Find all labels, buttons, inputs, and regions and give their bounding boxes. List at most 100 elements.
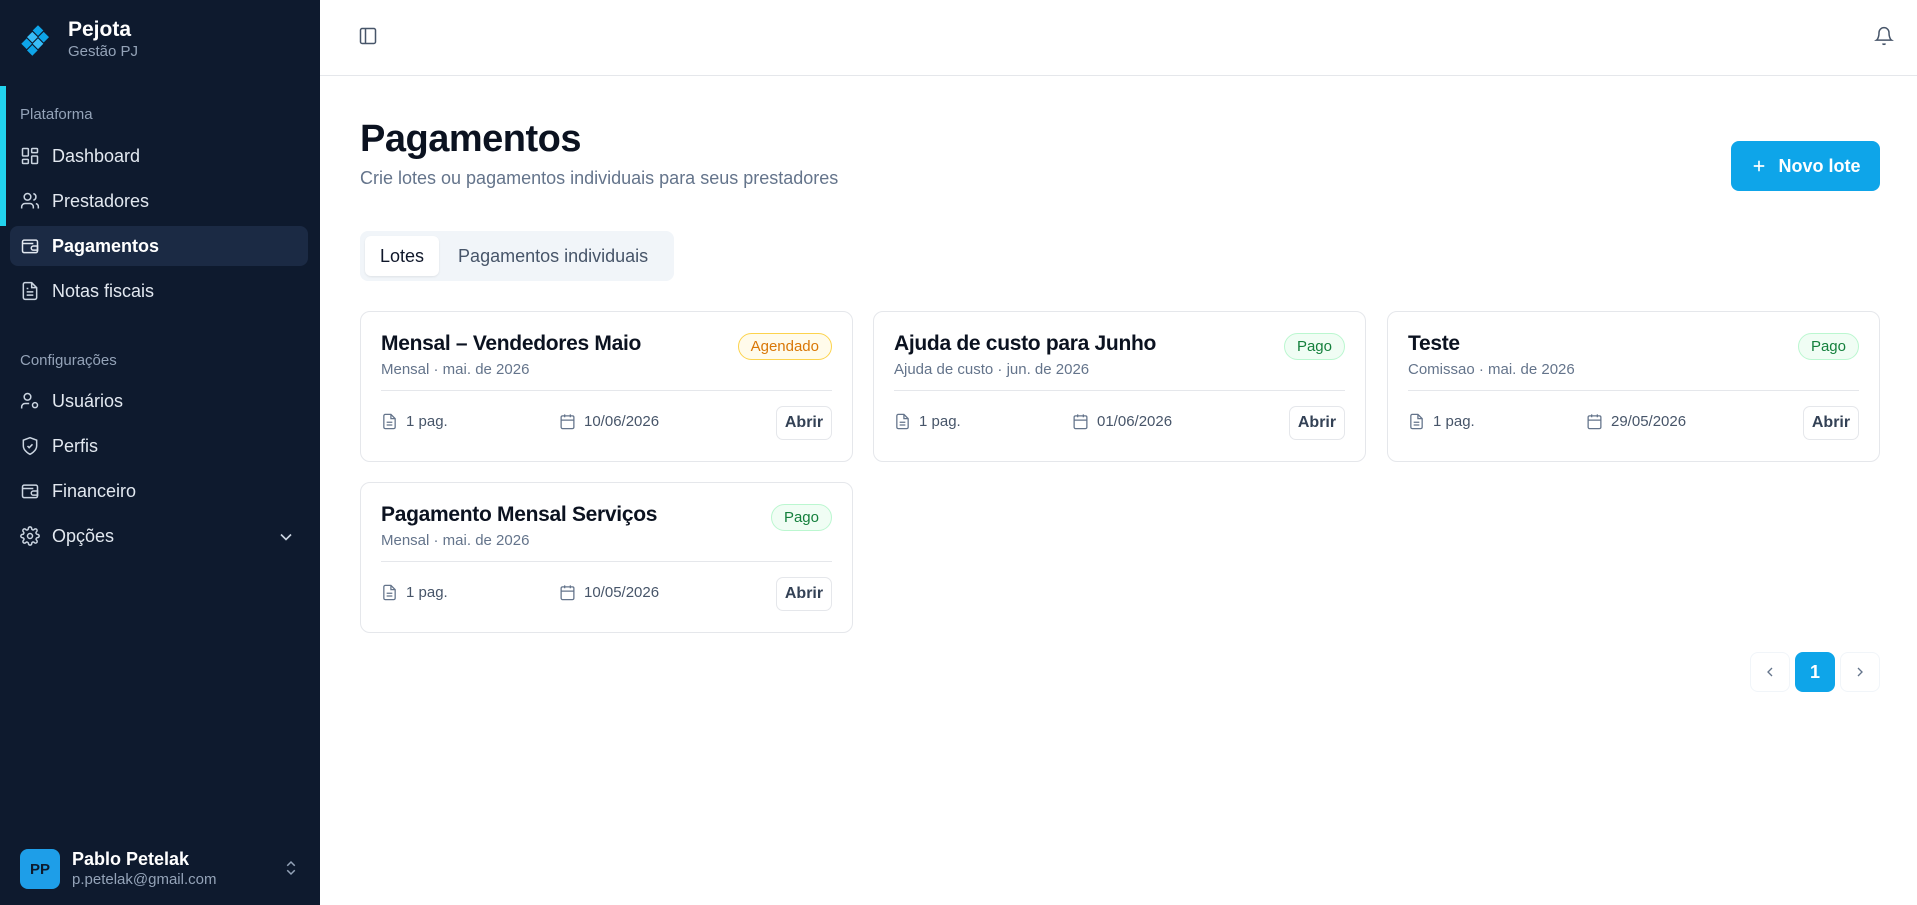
sidebar-item-pagamentos[interactable]: Pagamentos	[10, 226, 308, 266]
divider	[381, 561, 832, 562]
brand[interactable]: Pejota Gestão PJ	[20, 18, 138, 62]
payment-count-label: 1 pag.	[1433, 413, 1475, 430]
chevron-down-icon	[280, 533, 292, 541]
tabs: Lotes Pagamentos individuais	[360, 231, 674, 281]
payment-count: 1 pag.	[894, 413, 961, 430]
new-batch-button[interactable]: Novo lote	[1731, 141, 1880, 191]
open-button[interactable]: Abrir	[776, 406, 832, 440]
calendar-icon	[560, 414, 575, 430]
sidebar-item-label: Pagamentos	[52, 235, 160, 256]
batch-card: Pagamento Mensal Serviços Pago Mensal · …	[360, 482, 853, 633]
sidebar-toggle-button[interactable]	[352, 20, 384, 52]
file-text-icon	[383, 584, 396, 601]
batch-title: Mensal – Vendedores Maio	[381, 332, 642, 355]
brand-logo-icon	[20, 22, 56, 58]
sidebar-item-label: Usuários	[52, 390, 124, 411]
calendar-icon	[1073, 414, 1088, 430]
batch-title: Teste	[1408, 332, 1460, 355]
chevron-right-icon	[1857, 667, 1863, 677]
brand-name: Pejota	[68, 18, 132, 41]
open-button[interactable]: Abrir	[1289, 406, 1345, 440]
payment-count: 1 pag.	[381, 584, 448, 601]
divider	[894, 390, 1345, 391]
sidebar-accent-bar	[0, 86, 6, 226]
sidebar-item-label: Prestadores	[52, 190, 150, 211]
user-email: p.petelak@gmail.com	[72, 871, 217, 888]
payment-count-label: 1 pag.	[919, 413, 961, 430]
sidebar-item-label: Dashboard	[52, 145, 141, 166]
next-page-button[interactable]	[1840, 652, 1880, 692]
users-icon	[20, 192, 40, 209]
sidebar-item-label: Notas fiscais	[52, 280, 155, 301]
payment-date-label: 29/05/2026	[1611, 413, 1687, 430]
sidebar: Pejota Gestão PJ Plataforma Dashboard Pr…	[0, 0, 320, 905]
previous-page-button[interactable]	[1750, 652, 1790, 692]
batch-subtitle: Mensal · mai. de 2026	[381, 361, 530, 378]
payment-count: 1 pag.	[1408, 413, 1475, 430]
batch-subtitle: Mensal · mai. de 2026	[381, 532, 530, 549]
tab-pagamentos-individuais[interactable]: Pagamentos individuais	[443, 236, 663, 276]
file-text-icon	[22, 281, 38, 301]
payment-count: 1 pag.	[381, 413, 448, 430]
status-badge: Agendado	[737, 333, 832, 360]
sidebar-item-dashboard[interactable]: Dashboard	[10, 136, 308, 176]
topbar	[320, 0, 1917, 76]
payment-count-label: 1 pag.	[406, 584, 448, 601]
status-badge: Pago	[770, 504, 832, 531]
divider	[1408, 390, 1859, 391]
page-subtitle: Crie lotes ou pagamentos individuais par…	[360, 168, 839, 188]
sidebar-item-label: Opções	[52, 525, 115, 546]
batch-card: Ajuda de custo para Junho Pago Ajuda de …	[873, 311, 1366, 462]
user-cog-icon	[20, 392, 39, 409]
layout-dashboard-icon	[21, 147, 39, 165]
payment-date-label: 01/06/2026	[1097, 413, 1173, 430]
tab-lotes[interactable]: Lotes	[365, 236, 440, 276]
sidebar-item-label: Perfis	[52, 435, 99, 456]
payment-count-label: 1 pag.	[406, 413, 448, 430]
batch-title: Ajuda de custo para Junho	[894, 332, 1157, 355]
batch-card: Mensal – Vendedores Maio Agendado Mensal…	[360, 311, 853, 462]
page-number-button[interactable]: 1	[1795, 652, 1835, 692]
open-button[interactable]: Abrir	[1803, 406, 1859, 440]
divider	[381, 390, 832, 391]
notifications-button[interactable]	[1868, 20, 1900, 52]
new-batch-label: Novo lote	[1778, 155, 1861, 176]
chevron-left-icon	[1767, 667, 1773, 677]
batch-subtitle: Ajuda de custo · jun. de 2026	[894, 361, 1090, 378]
wallet-icon	[21, 239, 39, 254]
sidebar-item-perfis[interactable]: Perfis	[10, 426, 308, 466]
shield-icon	[22, 436, 38, 456]
batch-subtitle: Comissao · mai. de 2026	[1408, 361, 1575, 378]
sidebar-item-notas-fiscais[interactable]: Notas fiscais	[10, 271, 308, 311]
sidebar-item-financeiro[interactable]: Financeiro	[10, 471, 308, 511]
avatar: PP	[20, 849, 60, 889]
user-name: Pablo Petelak	[72, 849, 190, 869]
payment-date-label: 10/05/2026	[584, 584, 660, 601]
panel-left-icon	[359, 27, 377, 45]
sidebar-item-label: Financeiro	[52, 480, 137, 501]
file-text-icon	[1410, 413, 1423, 430]
payment-date: 29/05/2026	[1586, 413, 1686, 430]
payment-date: 10/05/2026	[559, 584, 659, 601]
wallet-icon	[21, 484, 39, 499]
plus-icon	[1754, 160, 1765, 172]
calendar-icon	[1587, 414, 1602, 430]
payment-date-label: 10/06/2026	[584, 413, 660, 430]
batch-card: Teste Pago Comissao · mai. de 2026 1 pag…	[1387, 311, 1880, 462]
file-text-icon	[896, 413, 909, 430]
brand-subtitle: Gestão PJ	[68, 43, 139, 60]
batch-title: Pagamento Mensal Serviços	[381, 503, 658, 526]
user-menu[interactable]: PP Pablo Petelak p.petelak@gmail.com	[20, 848, 300, 890]
status-badge: Pago	[1797, 333, 1859, 360]
open-button[interactable]: Abrir	[776, 577, 832, 611]
sidebar-item-usuarios[interactable]: Usuários	[10, 381, 308, 421]
chevrons-up-down-icon	[286, 860, 296, 876]
sidebar-item-opcoes[interactable]: Opções	[10, 516, 308, 556]
gear-icon	[20, 526, 40, 546]
status-badge: Pago	[1283, 333, 1345, 360]
payment-date: 10/06/2026	[559, 413, 659, 430]
page-title: Pagamentos	[360, 118, 581, 160]
file-text-icon	[383, 413, 396, 430]
sidebar-item-prestadores[interactable]: Prestadores	[10, 181, 308, 221]
payment-date: 01/06/2026	[1072, 413, 1172, 430]
